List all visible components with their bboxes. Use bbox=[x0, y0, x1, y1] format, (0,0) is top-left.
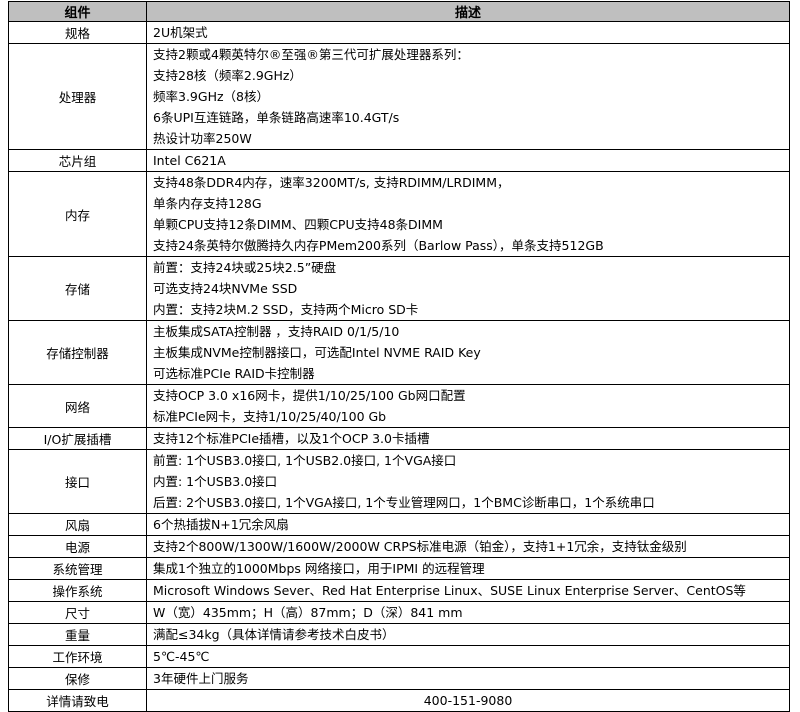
row-label: 芯片组 bbox=[8, 149, 147, 172]
description-line: 主板集成SATA控制器 ，支持RAID 0/1/5/10 bbox=[153, 324, 400, 339]
row-description: 支持OCP 3.0 x16网卡，提供1/10/25/100 Gb网口配置 标准PC… bbox=[146, 384, 790, 428]
row-label: I/O扩展插槽 bbox=[8, 427, 147, 450]
table-row: 内存 支持48条DDR4内存，速率3200MT/s, 支持RDIMM/LRDIMM… bbox=[8, 171, 790, 257]
row-label: 网络 bbox=[8, 384, 147, 428]
row-description: 支持12个标准PCIe插槽，以及1个OCP 3.0卡插槽 bbox=[146, 427, 790, 450]
description-line: 支持28核（频率2.9GHz） bbox=[153, 68, 302, 83]
table-row: 电源 支持2个800W/1300W/1600W/2000W CRPS标准电源（铂金… bbox=[8, 535, 790, 558]
row-description: 支持2个800W/1300W/1600W/2000W CRPS标准电源（铂金），… bbox=[146, 535, 790, 558]
row-description: 前置: 1个USB3.0接口, 1个USB2.0接口, 1个VGA接口 内置: 1… bbox=[146, 449, 790, 514]
table-row: 存储 前置：支持24块或25块2.5”硬盘 可选支持24块NVMe SSD 内置：支… bbox=[8, 256, 790, 321]
description-line: 6个热插拔N+1冗余风扇 bbox=[153, 517, 289, 532]
table-row: I/O扩展插槽 支持12个标准PCIe插槽，以及1个OCP 3.0卡插槽 bbox=[8, 427, 790, 450]
row-label: 工作环境 bbox=[8, 645, 147, 668]
description-line: 支持2颗或4颗英特尔®至强®第三代可扩展处理器系列： bbox=[153, 47, 469, 62]
description-line: 内置：支持2块M.2 SSD，支持两个Micro SD卡 bbox=[153, 302, 419, 317]
row-label: 电源 bbox=[8, 535, 147, 558]
row-description: 支持48条DDR4内存，速率3200MT/s, 支持RDIMM/LRDIMM， 单… bbox=[146, 171, 790, 257]
description-line: 5℃-45℃ bbox=[153, 649, 210, 664]
spec-body: 规格 2U机架式 处理器 支持2颗或4颗英特尔®至强®第三代可扩展处理器系列： 支持28… bbox=[8, 21, 790, 690]
description-line: 支持24条英特尔傲腾持久内存PMem200系列（Barlow Pass），单条支… bbox=[153, 238, 604, 253]
row-label: 重量 bbox=[8, 623, 147, 646]
table-row: 工作环境 5℃-45℃ bbox=[8, 645, 790, 668]
header-component: 组件 bbox=[8, 1, 147, 22]
table-row: 存储控制器 主板集成SATA控制器 ，支持RAID 0/1/5/10 主板集成NVM… bbox=[8, 320, 790, 385]
row-description: 2U机架式 bbox=[146, 21, 790, 44]
row-description: 支持2颗或4颗英特尔®至强®第三代可扩展处理器系列： 支持28核（频率2.9GHz… bbox=[146, 43, 790, 150]
table-row: 处理器 支持2颗或4颗英特尔®至强®第三代可扩展处理器系列： 支持28核（频率2.9… bbox=[8, 43, 790, 150]
description-line: W（宽）435mm；H（高）87mm；D（深）841 mm bbox=[153, 605, 463, 620]
row-description: 3年硬件上门服务 bbox=[146, 667, 790, 690]
description-line: 主板集成NVMe控制器接口，可选配Intel NVME RAID Key bbox=[153, 345, 481, 360]
table-row: 尺寸 W（宽）435mm；H（高）87mm；D（深）841 mm bbox=[8, 601, 790, 624]
row-description: 主板集成SATA控制器 ，支持RAID 0/1/5/10 主板集成NVMe控制器接… bbox=[146, 320, 790, 385]
description-line: 集成1个独立的1000Mbps 网络接口，用于IPMI 的远程管理 bbox=[153, 561, 485, 576]
table-row: 风扇 6个热插拔N+1冗余风扇 bbox=[8, 513, 790, 536]
header-description: 描述 bbox=[146, 1, 790, 22]
description-line: 标准PCIe网卡，支持1/10/25/40/100 Gb bbox=[153, 409, 387, 424]
description-line: 热设计功率250W bbox=[153, 131, 252, 146]
row-label: 系统管理 bbox=[8, 557, 147, 580]
description-line: 单条内存支持128G bbox=[153, 196, 262, 211]
description-line: 前置：支持24块或25块2.5”硬盘 bbox=[153, 260, 337, 275]
description-line: 满配≤34kg（具体详情请参考技术白皮书） bbox=[153, 627, 395, 642]
row-label: 尺寸 bbox=[8, 601, 147, 624]
table-row: 规格 2U机架式 bbox=[8, 21, 790, 44]
row-description: 5℃-45℃ bbox=[146, 645, 790, 668]
row-description: Microsoft Windows Sever、Red Hat Enterpri… bbox=[146, 579, 790, 602]
spec-table: 组件 描述 规格 2U机架式 处理器 支持2颗或4颗英特尔®至强®第三代可扩展处理器系… bbox=[8, 1, 790, 712]
description-line: 2U机架式 bbox=[153, 25, 208, 40]
table-row: 系统管理 集成1个独立的1000Mbps 网络接口，用于IPMI 的远程管理 bbox=[8, 557, 790, 580]
table-row: 重量 满配≤34kg（具体详情请参考技术白皮书） bbox=[8, 623, 790, 646]
row-label: 内存 bbox=[8, 171, 147, 257]
row-description: 6个热插拔N+1冗余风扇 bbox=[146, 513, 790, 536]
row-description: W（宽）435mm；H（高）87mm；D（深）841 mm bbox=[146, 601, 790, 624]
table-row: 操作系统 Microsoft Windows Sever、Red Hat Ente… bbox=[8, 579, 790, 602]
description-line: 6条UPI互连链路，单条链路高速率10.4GT/s bbox=[153, 110, 400, 125]
description-line: 可选标准PCIe RAID卡控制器 bbox=[153, 366, 315, 381]
row-description: Intel C621A bbox=[146, 149, 790, 172]
table-row: 保修 3年硬件上门服务 bbox=[8, 667, 790, 690]
description-line: 支持12个标准PCIe插槽，以及1个OCP 3.0卡插槽 bbox=[153, 431, 430, 446]
row-label: 接口 bbox=[8, 449, 147, 514]
description-line: Intel C621A bbox=[153, 153, 226, 168]
row-label: 存储 bbox=[8, 256, 147, 321]
row-label: 风扇 bbox=[8, 513, 147, 536]
header-row: 组件 描述 bbox=[8, 1, 790, 22]
description-line: 内置: 1个USB3.0接口 bbox=[153, 474, 278, 489]
row-label: 操作系统 bbox=[8, 579, 147, 602]
description-line: 前置: 1个USB3.0接口, 1个USB2.0接口, 1个VGA接口 bbox=[153, 453, 457, 468]
row-label: 保修 bbox=[8, 667, 147, 690]
description-line: 频率3.9GHz（8核） bbox=[153, 89, 269, 104]
contact-phone: 400-151-9080 bbox=[146, 689, 790, 712]
table-row: 网络 支持OCP 3.0 x16网卡，提供1/10/25/100 Gb网口配置 标准… bbox=[8, 384, 790, 428]
row-label: 规格 bbox=[8, 21, 147, 44]
description-line: 支持2个800W/1300W/1600W/2000W CRPS标准电源（铂金），… bbox=[153, 539, 687, 554]
row-description: 满配≤34kg（具体详情请参考技术白皮书） bbox=[146, 623, 790, 646]
row-label: 处理器 bbox=[8, 43, 147, 150]
row-label: 存储控制器 bbox=[8, 320, 147, 385]
description-line: 单颗CPU支持12条DIMM、四颗CPU支持48条DIMM bbox=[153, 217, 443, 232]
description-line: Microsoft Windows Sever、Red Hat Enterpri… bbox=[153, 583, 746, 598]
description-line: 后置: 2个USB3.0接口, 1个VGA接口, 1个专业管理网口，1个BMC诊… bbox=[153, 495, 655, 510]
contact-row: 详情请致电 400-151-9080 bbox=[8, 689, 790, 712]
description-line: 支持OCP 3.0 x16网卡，提供1/10/25/100 Gb网口配置 bbox=[153, 388, 466, 403]
table-row: 芯片组 Intel C621A bbox=[8, 149, 790, 172]
description-line: 3年硬件上门服务 bbox=[153, 671, 249, 686]
row-description: 前置：支持24块或25块2.5”硬盘 可选支持24块NVMe SSD 内置：支持2… bbox=[146, 256, 790, 321]
description-line: 可选支持24块NVMe SSD bbox=[153, 281, 298, 296]
row-description: 集成1个独立的1000Mbps 网络接口，用于IPMI 的远程管理 bbox=[146, 557, 790, 580]
contact-label: 详情请致电 bbox=[8, 689, 147, 712]
table-row: 接口 前置: 1个USB3.0接口, 1个USB2.0接口, 1个VGA接口 内置:… bbox=[8, 449, 790, 514]
description-line: 支持48条DDR4内存，速率3200MT/s, 支持RDIMM/LRDIMM， bbox=[153, 175, 510, 190]
